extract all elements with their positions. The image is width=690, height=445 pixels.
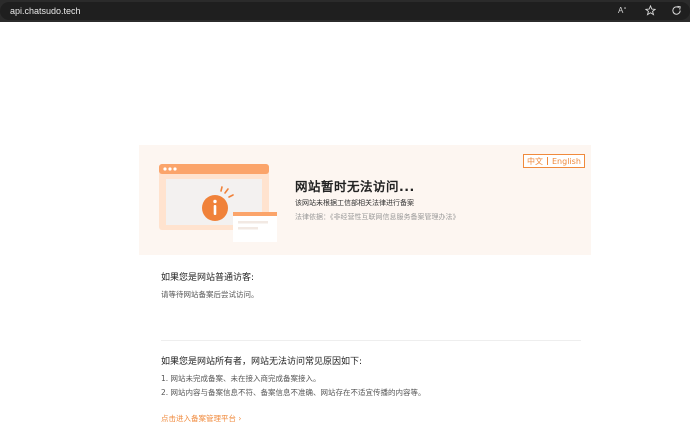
read-aloud-icon[interactable]: Aᵃ [618,4,630,16]
owner-section-title: 如果您是网站所有者，网站无法访问常见原因如下: [161,357,363,367]
visitor-section-text: 请等待网站备案后尝试访问。 [161,290,259,299]
refresh-icon[interactable] [670,4,682,16]
section-divider [161,340,581,341]
law-prefix: 法律依据： [295,213,330,221]
page-title: 网站暂时无法访问... [295,179,415,194]
lang-zh[interactable]: 中文 [527,156,543,167]
lang-en[interactable]: English [552,157,581,166]
svg-text:ᵃ: ᵃ [624,6,626,12]
law-basis: 法律依据：《非经营性互联网信息服务备案管理办法》 [295,212,460,222]
hero-description: 该网站未根据工信部相关法律进行备案 [295,199,414,207]
favorites-star-icon[interactable] [644,4,656,16]
owner-reason-item: 1. 网站未完成备案、未在接入商完成备案接入。 [161,374,321,383]
url-text[interactable]: api.chatsudo.tech [10,6,81,16]
address-bar[interactable]: api.chatsudo.tech [0,2,690,20]
notice-card: 中文 English 网站暂时无法访问... 该网站未根据工信部相关法律进行备案… [139,145,591,445]
hero-banner: 中文 English 网站暂时无法访问... 该网站未根据工信部相关法律进行备案… [139,145,591,255]
browser-toolbar-icons: Aᵃ [618,4,682,16]
visitor-section-title: 如果您是网站普通访客: [161,273,255,283]
lang-separator [547,157,548,165]
law-text: 《非经营性互联网信息服务备案管理办法》 [330,213,460,221]
owner-reason-item: 2. 网站内容与备案信息不符、备案信息不准确、网站存在不适宜传播的内容等。 [161,388,426,397]
warning-illustration [159,164,277,242]
browser-chrome: api.chatsudo.tech Aᵃ [0,0,690,22]
page-content: 中文 English 网站暂时无法访问... 该网站未根据工信部相关法律进行备案… [0,22,690,438]
filing-platform-link[interactable]: 点击进入备案管理平台 › [161,413,241,424]
language-switch[interactable]: 中文 English [523,154,585,168]
